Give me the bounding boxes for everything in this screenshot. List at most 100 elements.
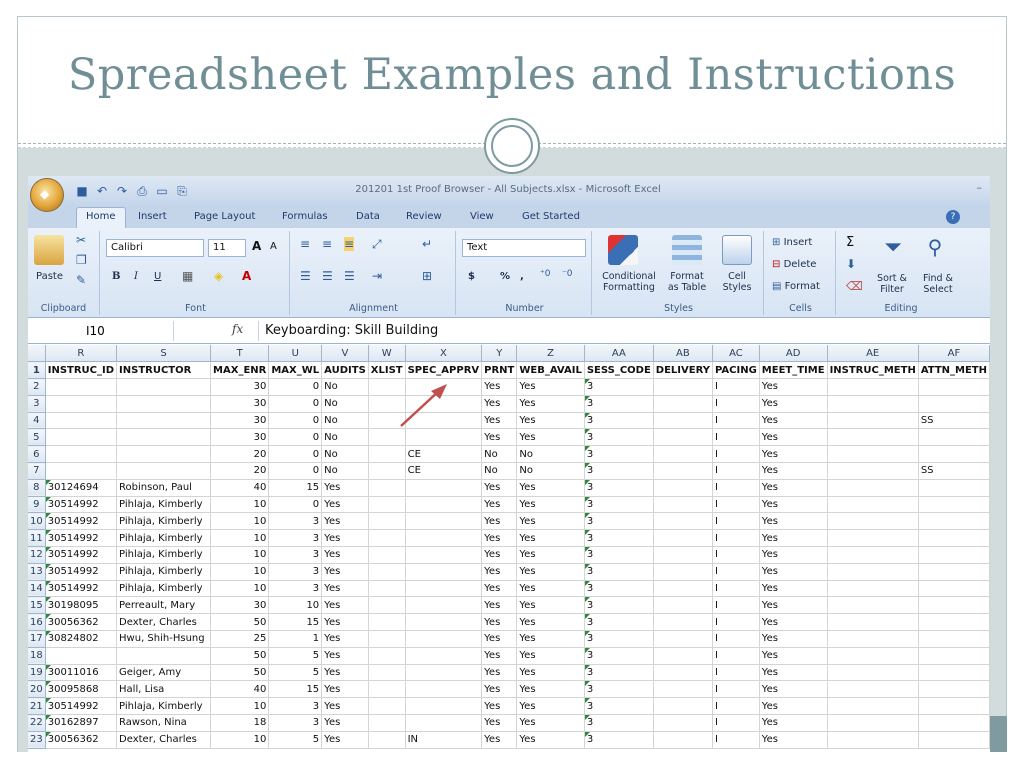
grid-cell[interactable]: [368, 697, 406, 716]
grid-cell[interactable]: [653, 596, 714, 615]
grid-cell[interactable]: 5: [268, 731, 323, 749]
grid-cell[interactable]: Yes: [481, 529, 518, 548]
grid-cell[interactable]: [368, 714, 406, 732]
grid-cell[interactable]: [827, 630, 919, 648]
grid-cell[interactable]: [368, 378, 406, 396]
tab-data[interactable]: Data: [356, 211, 380, 222]
paste-icon[interactable]: [34, 235, 64, 265]
grid-cell[interactable]: [827, 529, 919, 548]
row-number[interactable]: 4: [28, 412, 46, 430]
grid-cell[interactable]: [45, 412, 118, 430]
align-top-icon[interactable]: ≡: [300, 237, 310, 251]
grid-cell[interactable]: 3: [268, 512, 323, 531]
grid-cell[interactable]: [653, 462, 714, 480]
row-number[interactable]: 20: [28, 680, 46, 699]
grid-cell[interactable]: Yes: [516, 546, 585, 564]
grid-cell[interactable]: INSTRUC_ID: [45, 361, 118, 380]
grid-cell[interactable]: [827, 563, 919, 581]
grid-cell[interactable]: 3: [584, 445, 654, 464]
grid-cell[interactable]: [368, 580, 406, 598]
grid-cell[interactable]: Yes: [759, 596, 828, 615]
column-header[interactable]: S: [116, 345, 212, 363]
grid-cell[interactable]: Yes: [516, 731, 585, 749]
underline-button[interactable]: U: [154, 271, 161, 282]
grid-cell[interactable]: [918, 563, 990, 581]
grid-cell[interactable]: Yes: [321, 512, 369, 531]
grid-cell[interactable]: MAX_WL: [268, 361, 323, 380]
grid-cell[interactable]: Yes: [321, 731, 369, 749]
grid-cell[interactable]: Yes: [516, 412, 585, 430]
grid-cell[interactable]: [405, 428, 483, 447]
grid-cell[interactable]: Yes: [759, 462, 828, 480]
grid-cell[interactable]: [45, 378, 118, 396]
grid-cell[interactable]: 25: [210, 630, 270, 648]
orientation-icon[interactable]: ⤢: [372, 237, 382, 252]
sort-filter-button[interactable]: Sort & Filter: [870, 273, 914, 295]
grid-cell[interactable]: [653, 680, 714, 699]
grid-cell[interactable]: I: [712, 697, 760, 716]
grid-cell[interactable]: [405, 680, 483, 699]
align-bottom-icon[interactable]: ≡: [344, 237, 355, 251]
grid-cell[interactable]: DELIVERY: [653, 361, 714, 380]
grid-cell[interactable]: Yes: [321, 714, 369, 732]
grid-cell[interactable]: [368, 512, 406, 531]
grid-cell[interactable]: [405, 395, 483, 413]
fill-icon[interactable]: ⬇: [846, 257, 856, 271]
grid-cell[interactable]: 30514992: [45, 697, 118, 716]
grid-cell[interactable]: Yes: [516, 613, 585, 632]
grid-cell[interactable]: [653, 378, 714, 396]
grid-cell[interactable]: Yes: [481, 378, 518, 396]
grid-cell[interactable]: Yes: [481, 412, 518, 430]
minimize-icon[interactable]: –: [977, 181, 983, 194]
grid-cell[interactable]: [918, 512, 990, 531]
grid-cell[interactable]: [45, 395, 118, 413]
grid-cell[interactable]: CE: [405, 445, 483, 464]
formula-input[interactable]: Keyboarding: Skill Building: [258, 321, 438, 341]
print-icon[interactable]: ⎘: [174, 183, 190, 199]
grid-cell[interactable]: [45, 462, 118, 480]
grid-cell[interactable]: 10: [210, 563, 270, 581]
grid-cell[interactable]: Yes: [516, 395, 585, 413]
grid-cell[interactable]: 3: [268, 563, 323, 581]
align-center-icon[interactable]: ☰: [322, 269, 333, 283]
grid-cell[interactable]: AUDITS: [321, 361, 369, 380]
column-header[interactable]: U: [268, 345, 323, 363]
font-color-icon[interactable]: A: [242, 269, 251, 283]
grid-cell[interactable]: [827, 613, 919, 632]
grid-cell[interactable]: Yes: [759, 714, 828, 732]
grid-cell[interactable]: 3: [268, 546, 323, 564]
grid-cell[interactable]: No: [321, 462, 369, 480]
grid-cell[interactable]: Yes: [481, 546, 518, 564]
grid-cell[interactable]: [653, 731, 714, 749]
grid-cell[interactable]: 3: [584, 580, 654, 598]
grid-cell[interactable]: I: [712, 496, 760, 514]
grid-cell[interactable]: 15: [268, 613, 323, 632]
column-header[interactable]: AA: [584, 345, 654, 363]
row-number[interactable]: 2: [28, 378, 46, 396]
grid-cell[interactable]: Yes: [321, 664, 369, 682]
column-header[interactable]: AF: [918, 345, 990, 363]
grid-cell[interactable]: PACING: [712, 361, 760, 380]
grid-cell[interactable]: I: [712, 580, 760, 598]
row-number[interactable]: 5: [28, 428, 46, 447]
grid-cell[interactable]: [827, 378, 919, 396]
grid-cell[interactable]: No: [481, 445, 518, 464]
grid-cell[interactable]: 18: [210, 714, 270, 732]
grid-cell[interactable]: [653, 714, 714, 732]
grid-cell[interactable]: Yes: [321, 563, 369, 581]
grid-cell[interactable]: Yes: [759, 613, 828, 632]
grid-cell[interactable]: 30: [210, 378, 270, 396]
grid-cell[interactable]: [116, 395, 212, 413]
grid-cell[interactable]: [405, 512, 483, 531]
grid-cell[interactable]: [368, 563, 406, 581]
grid-cell[interactable]: [368, 731, 406, 749]
column-header[interactable]: T: [210, 345, 270, 363]
save-icon[interactable]: ■: [74, 183, 90, 199]
grid-cell[interactable]: 30011016: [45, 664, 118, 682]
grid-cell[interactable]: 10: [210, 546, 270, 564]
grid-cell[interactable]: [368, 664, 406, 682]
grid-cell[interactable]: Yes: [759, 647, 828, 665]
grid-cell[interactable]: [405, 529, 483, 548]
grid-cell[interactable]: [827, 395, 919, 413]
grid-cell[interactable]: 3: [584, 412, 654, 430]
